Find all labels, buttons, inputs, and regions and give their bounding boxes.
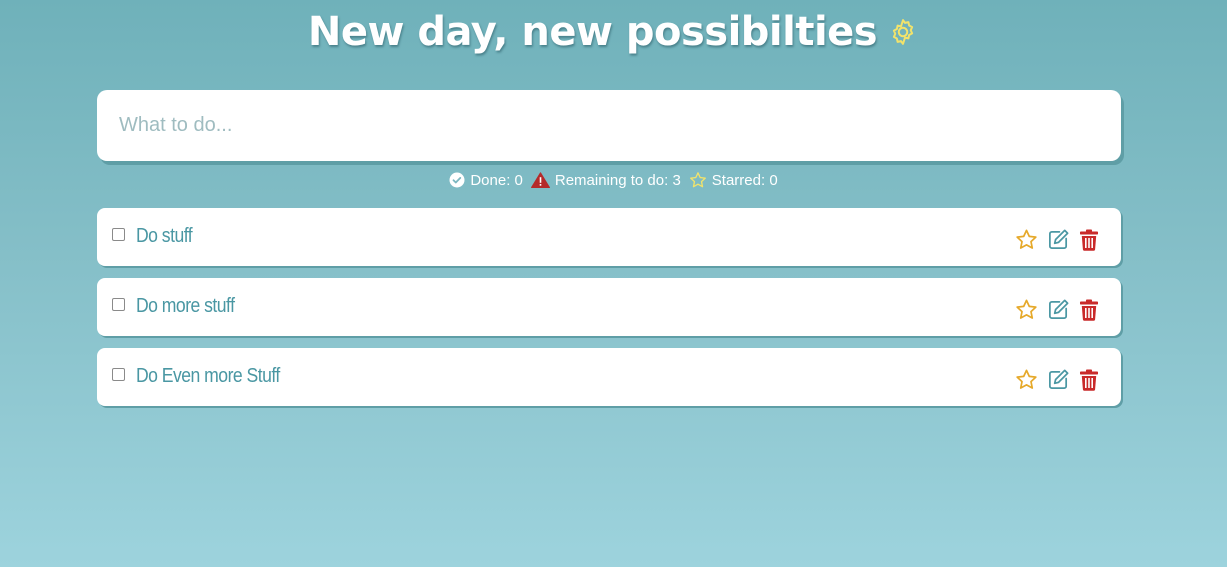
page-title: New day, new possibilties [307, 9, 878, 55]
star-icon [689, 172, 706, 188]
todo-checkbox[interactable] [112, 228, 125, 241]
new-todo-box [97, 90, 1121, 161]
todo-actions [1006, 368, 1099, 391]
trash-icon[interactable] [1079, 369, 1099, 391]
gear-icon[interactable] [887, 16, 919, 48]
todo-item: Do Even more Stuff [97, 348, 1121, 406]
todo-checkbox[interactable] [112, 298, 125, 311]
warning-icon [530, 172, 550, 188]
edit-icon[interactable] [1047, 298, 1070, 321]
stat-starred: Starred: 0 [689, 171, 778, 189]
star-icon[interactable] [1015, 298, 1038, 321]
todo-actions [1006, 228, 1099, 251]
check-circle-icon [449, 172, 465, 188]
stat-remaining: Remaining to do: 3 [530, 171, 681, 189]
stat-remaining-label: Remaining to do: 3 [554, 171, 681, 189]
edit-icon[interactable] [1047, 228, 1070, 251]
todo-checkbox[interactable] [112, 368, 125, 381]
edit-icon[interactable] [1047, 368, 1070, 391]
trash-icon[interactable] [1079, 299, 1099, 321]
stat-starred-label: Starred: 0 [711, 171, 778, 189]
todo-text[interactable]: Do more stuff [136, 295, 235, 318]
star-icon[interactable] [1015, 368, 1038, 391]
todo-list: Do stuff Do more stuff Do Even more Stuf… [97, 208, 1121, 418]
page-header: New day, new possibilties [0, 6, 1227, 58]
todo-item: Do stuff [97, 208, 1121, 266]
stat-done-label: Done: 0 [470, 171, 523, 189]
new-todo-input[interactable] [97, 90, 1121, 161]
todo-text[interactable]: Do Even more Stuff [136, 365, 280, 388]
todo-actions [1006, 298, 1099, 321]
star-icon[interactable] [1015, 228, 1038, 251]
todo-text[interactable]: Do stuff [136, 225, 193, 248]
stat-done: Done: 0 [449, 172, 523, 189]
stats-bar: Done: 0 Remaining to do: 3 Starred: 0 [0, 171, 1227, 189]
todo-item: Do more stuff [97, 278, 1121, 336]
trash-icon[interactable] [1079, 229, 1099, 251]
